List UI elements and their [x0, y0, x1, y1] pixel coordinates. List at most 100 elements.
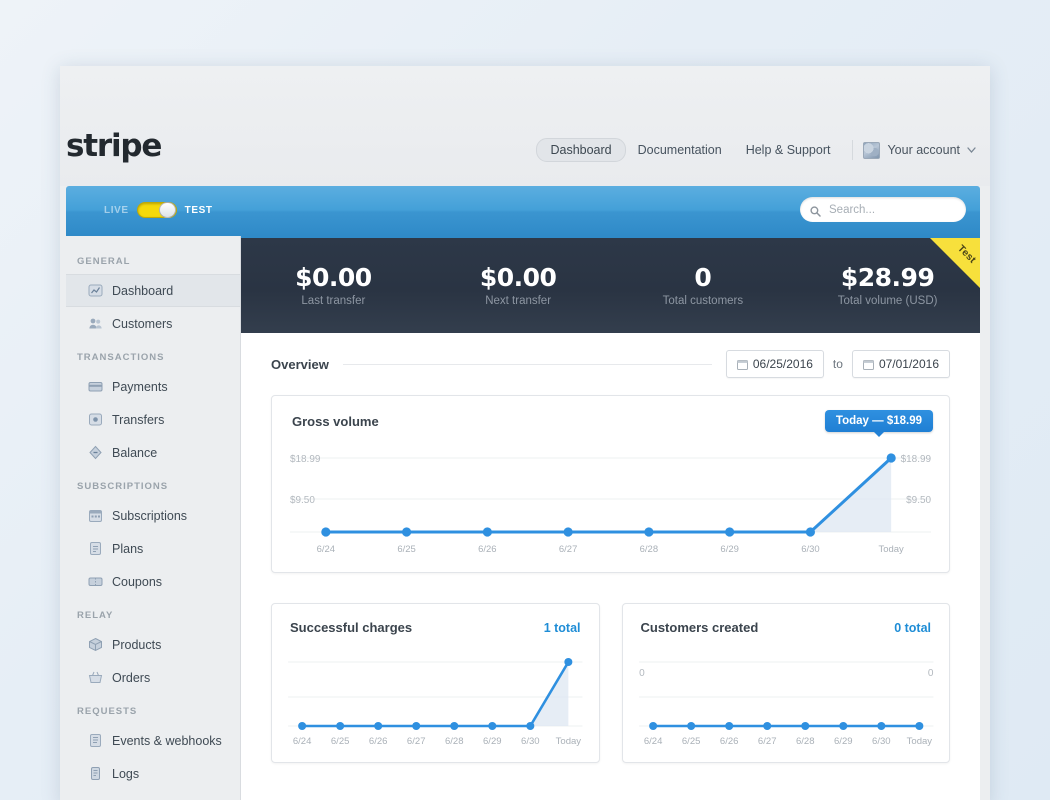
sidebar-item-coupons[interactable]: Coupons — [66, 565, 240, 598]
date-from-field[interactable]: 06/25/2016 — [725, 350, 824, 378]
x-axis-label: 6/28 — [445, 736, 464, 747]
stripe-dashboard-window: stripe Dashboard Documentation Help & Su… — [60, 66, 990, 800]
date-to-label: to — [832, 357, 843, 371]
stats-bar: $0.00 Last transfer $0.00 Next transfer … — [241, 236, 980, 333]
chart-icon — [88, 283, 103, 298]
logs-icon — [88, 766, 103, 781]
x-axis-label: 6/25 — [681, 736, 700, 747]
live-test-toggle-group[interactable]: LIVE TEST — [104, 202, 213, 218]
box-icon — [88, 637, 103, 652]
x-axis-label: 6/26 — [719, 736, 738, 747]
x-axis-label: 6/27 — [559, 544, 577, 555]
customers-created-card: Customers created 0 total 6/24 6/25 6/26 6/… — [621, 603, 950, 763]
x-axis-label: 6/30 — [521, 736, 540, 747]
search-input[interactable] — [827, 202, 956, 217]
transfer-icon — [88, 412, 103, 427]
sidebar-label-subscriptions: Subscriptions — [112, 508, 188, 523]
sidebar-item-products[interactable]: Products — [66, 628, 240, 661]
stat-label: Total customers — [662, 295, 744, 307]
search-box[interactable] — [800, 197, 966, 222]
nav-link-help-support[interactable]: Help & Support — [734, 138, 843, 162]
x-axis-label: 6/29 — [483, 736, 502, 747]
test-mode-label[interactable]: TEST — [185, 205, 213, 216]
nav-link-dashboard[interactable]: Dashboard — [536, 138, 626, 162]
sidebar-item-logs[interactable]: Logs — [66, 757, 240, 790]
customers-created-chart: 6/24 6/25 6/26 6/27 6/28 6/29 6/30 Today 0 0 — [638, 661, 933, 747]
customers-created-header: Customers created 0 total — [641, 620, 932, 635]
stripe-logo[interactable]: stripe — [66, 128, 162, 164]
account-label: Your account — [887, 143, 960, 157]
x-axis-label: 6/30 — [801, 544, 819, 555]
sidebar-group-transactions: TRANSACTIONS — [77, 352, 165, 363]
stat-label: Total volume (USD) — [837, 295, 938, 307]
sidebar-item-subscriptions[interactable]: Subscriptions — [66, 499, 240, 532]
successful-charges-total[interactable]: 1 total — [544, 621, 581, 635]
x-axis-label: 6/26 — [369, 736, 388, 747]
basket-icon — [88, 670, 103, 685]
nav-link-documentation[interactable]: Documentation — [626, 138, 734, 162]
sidebar-item-dashboard[interactable]: Dashboard — [66, 274, 240, 307]
customers-created-total[interactable]: 0 total — [894, 621, 931, 635]
main-nav: Dashboard Documentation Help & Support Y… — [536, 138, 978, 162]
sidebar-label-dashboard: Dashboard — [112, 283, 174, 298]
y-axis-label-left: $18.99 — [290, 454, 321, 465]
y-axis-label-left: $9.50 — [290, 495, 315, 506]
x-axis-label: 6/24 — [317, 544, 335, 555]
x-axis-label: 6/26 — [478, 544, 496, 555]
live-test-toggle[interactable] — [136, 202, 177, 218]
top-header: stripe Dashboard Documentation Help & Su… — [60, 66, 990, 186]
successful-charges-chart: 6/24 6/25 6/26 6/27 6/28 6/29 6/30 Today — [288, 658, 583, 747]
sidebar-item-orders[interactable]: Orders — [66, 661, 240, 694]
successful-charges-title: Successful charges — [290, 620, 413, 635]
x-axis-label: 6/25 — [331, 736, 350, 747]
stat-label: Last transfer — [301, 295, 366, 307]
stat-value: $0.00 — [479, 263, 557, 292]
main-content: $0.00 Last transfer $0.00 Next transfer … — [241, 236, 980, 800]
page-title: Overview — [271, 356, 329, 372]
avatar — [863, 141, 881, 159]
y-axis-label-right: $9.50 — [906, 495, 931, 506]
calendar-icon — [736, 359, 748, 370]
x-axis-label: Today — [556, 736, 582, 747]
sidebar-label-coupons: Coupons — [112, 574, 163, 589]
sidebar-label-logs: Logs — [112, 766, 140, 781]
sidebar-label-payments: Payments — [112, 379, 168, 394]
overview-header: Overview 06/25/2016 to 07/01/2016 — [241, 333, 980, 395]
successful-charges-card: Successful charges 1 total 6/24 6/25 6/26 6… — [271, 603, 600, 763]
sidebar-label-customers: Customers — [112, 316, 173, 331]
date-to-value: 07/01/2016 — [878, 357, 939, 371]
x-axis-label: 6/27 — [407, 736, 426, 747]
account-menu[interactable]: Your account — [863, 141, 978, 159]
calendar-icon — [88, 508, 103, 523]
gross-volume-card: Gross volume Today — $18.99 6/24 6/25 6/26… — [271, 395, 950, 573]
sidebar-item-plans[interactable]: Plans — [66, 532, 240, 565]
live-mode-label[interactable]: LIVE — [104, 205, 129, 216]
x-axis-label: Today — [879, 544, 904, 555]
gross-volume-title: Gross volume — [292, 414, 379, 429]
x-axis-label: 6/24 — [643, 736, 662, 747]
divider — [342, 363, 712, 365]
events-icon — [88, 733, 103, 748]
gross-volume-chart: 6/24 6/25 6/26 6/27 6/28 6/29 6/30 Today $18.99 $… — [289, 453, 932, 555]
successful-charges-header: Successful charges 1 total — [290, 620, 581, 635]
sidebar-item-events-webhooks[interactable]: Events & webhooks — [66, 724, 240, 757]
sidebar-group-subscriptions: SUBSCRIPTIONS — [77, 481, 169, 492]
x-axis-label: 6/28 — [795, 736, 814, 747]
y-axis-label-left: 0 — [639, 668, 645, 679]
stat-next-transfer: $0.00 Next transfer — [426, 238, 611, 333]
x-axis-label: 6/29 — [720, 544, 738, 555]
date-from-value: 06/25/2016 — [752, 357, 813, 371]
coupon-icon — [88, 574, 103, 589]
y-axis-label-right: $18.99 — [901, 454, 932, 465]
sidebar-item-transfers[interactable]: Transfers — [66, 403, 240, 436]
sidebar-item-balance[interactable]: Balance — [66, 436, 240, 469]
x-axis-label: 6/29 — [834, 736, 853, 747]
sidebar-item-payments[interactable]: Payments — [66, 370, 240, 403]
date-to-field[interactable]: 07/01/2016 — [851, 350, 950, 378]
toggle-knob[interactable] — [158, 202, 176, 218]
calendar-icon — [862, 359, 874, 370]
sidebar-label-transfers: Transfers — [112, 412, 165, 427]
sidebar-item-customers[interactable]: Customers — [66, 307, 240, 340]
stat-value: $0.00 — [295, 263, 372, 292]
sidebar-group-relay: RELAY — [77, 610, 114, 621]
